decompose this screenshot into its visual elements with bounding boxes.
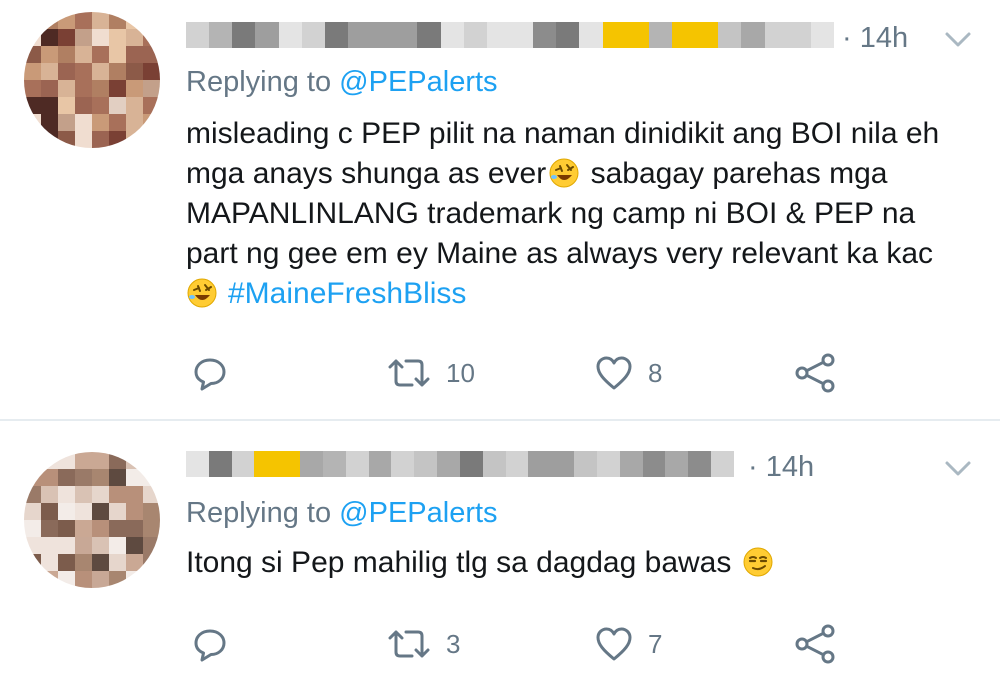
reply-button[interactable] (190, 348, 230, 398)
tweet[interactable]: · 14h Replying to @PEPalerts Itong si Pe… (0, 421, 1000, 685)
tweet-text: Itong si Pep mahilig tlg sa dagdag bawas (186, 543, 986, 583)
tweet-text: misleading c PEP pilit na naman dinidiki… (186, 114, 986, 314)
share-button[interactable] (794, 348, 838, 398)
retweet-icon (388, 630, 430, 658)
replying-to-label: Replying to (186, 497, 340, 529)
retweet-button[interactable]: 10 (386, 348, 475, 398)
tweet-text-segment: mga anays shunga as ever (186, 157, 547, 190)
heart-icon (596, 627, 632, 661)
smirking-face-emoji (743, 547, 773, 577)
rolling-on-floor-laughing-emoji (187, 278, 217, 308)
tweet-text-line: mga anays shunga as ever sabagay parehas… (186, 154, 986, 194)
retweet-icon (388, 359, 430, 387)
avatar-image (24, 12, 160, 148)
retweet-count: 3 (446, 628, 461, 659)
like-button[interactable]: 7 (594, 619, 662, 669)
hashtag-link[interactable]: #MaineFreshBliss (228, 277, 466, 310)
retweet-button[interactable]: 3 (386, 619, 460, 669)
replying-to: Replying to @PEPalerts (186, 66, 498, 99)
tweet[interactable]: · 14h Replying to @PEPalerts misleading … (0, 0, 1000, 420)
avatar[interactable] (24, 12, 160, 148)
tweet-timestamp[interactable]: · 14h (842, 22, 908, 55)
avatar[interactable] (24, 452, 160, 588)
heart-icon (596, 356, 632, 390)
reply-icon (194, 358, 226, 391)
chevron-down-icon[interactable] (944, 459, 972, 479)
blurred-user-name[interactable] (186, 22, 834, 48)
like-count: 7 (648, 628, 663, 659)
tweet-text-segment: sabagay parehas mga (582, 157, 888, 190)
chevron-down-icon[interactable] (944, 30, 972, 50)
tweet-text-segment: Itong si Pep mahilig tlg sa dagdag bawas (186, 546, 732, 579)
tweet-text-line: #MaineFreshBliss (186, 274, 986, 314)
tweet-actions: 10 8 (0, 348, 1000, 398)
reply-handle-link[interactable]: @PEPalerts (339, 66, 497, 98)
share-button[interactable] (794, 619, 838, 669)
tweet-timestamp[interactable]: · 14h (748, 451, 814, 484)
avatar-image (24, 452, 160, 588)
replying-to-label: Replying to (186, 66, 340, 98)
replying-to: Replying to @PEPalerts (186, 497, 498, 530)
reply-handle-link[interactable]: @PEPalerts (339, 497, 497, 529)
like-count: 8 (648, 357, 663, 388)
tweet-text-line: MAPANLINLANG trademark ng camp ni BOI & … (186, 197, 916, 230)
share-icon (795, 353, 835, 393)
rolling-on-floor-laughing-emoji (549, 158, 579, 188)
tweet-actions: 3 7 (0, 619, 1000, 669)
reply-button[interactable] (190, 619, 230, 669)
tweet-text-line: Itong si Pep mahilig tlg sa dagdag bawas (186, 543, 986, 583)
like-button[interactable]: 8 (594, 348, 662, 398)
retweet-count: 10 (446, 357, 475, 388)
reply-icon (194, 629, 226, 662)
tweet-text-line: misleading c PEP pilit na naman dinidiki… (186, 117, 940, 150)
tweet-text-line: part ng gee em ey Maine as always very r… (186, 237, 934, 270)
blurred-user-name[interactable] (186, 451, 734, 477)
share-icon (795, 624, 835, 664)
